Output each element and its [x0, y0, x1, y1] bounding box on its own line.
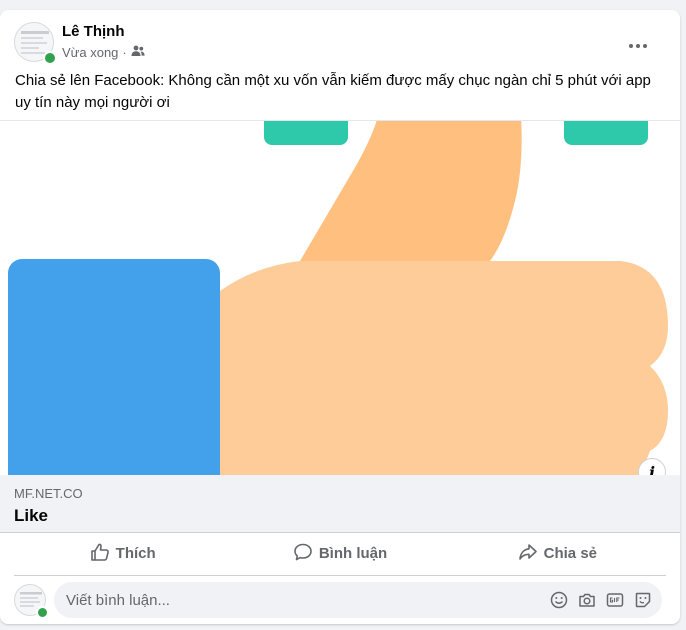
- emoji-icon[interactable]: [550, 591, 568, 609]
- share-button[interactable]: Chia sẻ: [449, 532, 666, 575]
- comment-label: Bình luận: [318, 545, 388, 562]
- post-time[interactable]: Vừa xong: [62, 45, 118, 60]
- link-title: Like: [14, 506, 49, 525]
- share-label: Chia sẻ: [543, 545, 597, 562]
- hand-shape: [220, 261, 668, 476]
- comment-placeholder: Viết bình luận...: [66, 591, 170, 609]
- share-icon: [518, 542, 538, 566]
- link-preview[interactable]: MF.NET.CO Like: [0, 475, 680, 533]
- cuff-shape: [8, 259, 220, 476]
- like-label: Thích: [115, 545, 156, 562]
- link-domain: MF.NET.CO: [14, 486, 83, 501]
- post-meta: Vừa xong ·: [62, 45, 145, 60]
- thumb-top-right-shape: [564, 121, 648, 145]
- post-actions: Thích Bình luận Chia sẻ: [14, 532, 666, 576]
- comment-button[interactable]: Bình luận: [231, 532, 448, 575]
- camera-icon[interactable]: [578, 591, 596, 609]
- commenter-online-dot: [36, 606, 49, 619]
- thumbs-up-icon: [90, 542, 110, 566]
- online-status-dot: [43, 51, 57, 65]
- post-text: Chia sẻ lên Facebook: Không cần một xu v…: [15, 72, 651, 111]
- link-preview-image[interactable]: [0, 120, 680, 476]
- post-card: Lê Thịnh Vừa xong · Chia sẻ lên Facebook…: [0, 10, 680, 624]
- comment-input[interactable]: Viết bình luận...: [54, 582, 662, 618]
- comment-icon: [293, 542, 313, 566]
- comment-tools: [550, 591, 662, 609]
- more-icon: [629, 35, 647, 53]
- meta-separator: ·: [122, 45, 127, 60]
- post-header: Lê Thịnh Vừa xong ·: [14, 22, 666, 66]
- thumb-top-left-shape: [264, 121, 348, 145]
- author-name[interactable]: Lê Thịnh: [62, 23, 125, 40]
- gif-icon[interactable]: [606, 591, 624, 609]
- more-options-button[interactable]: [620, 26, 656, 62]
- friends-icon[interactable]: [131, 45, 145, 60]
- sticker-icon[interactable]: [634, 591, 652, 609]
- like-button[interactable]: Thích: [14, 532, 231, 575]
- comment-composer: Viết bình luận...: [14, 582, 666, 620]
